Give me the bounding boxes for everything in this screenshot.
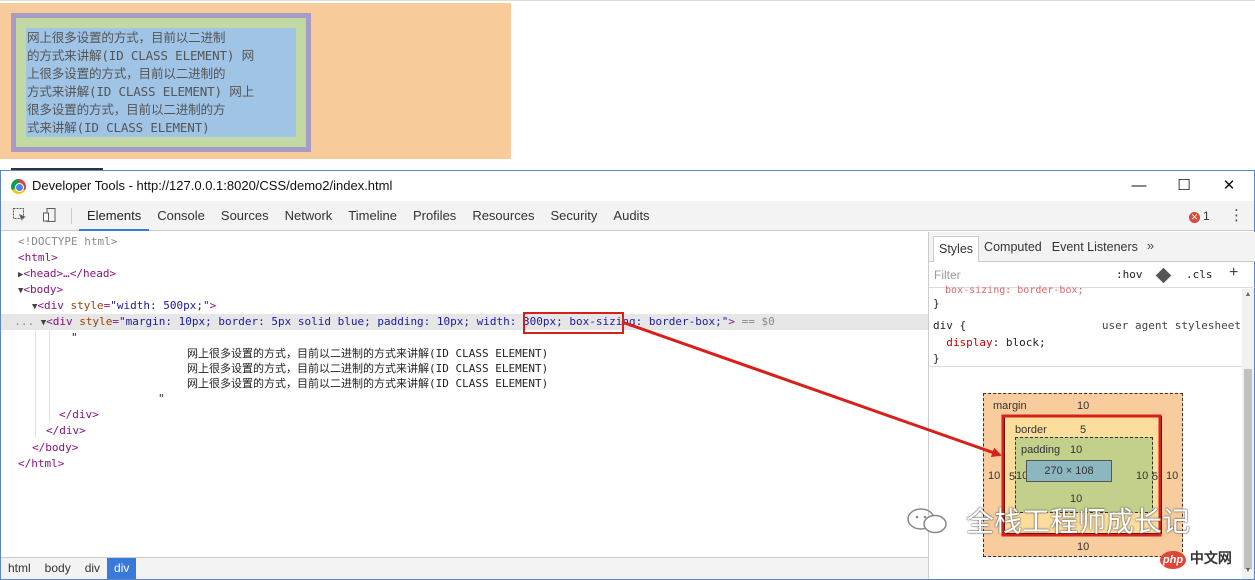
inspected-div-padding: 网上很多设置的方式，目前以二进制 的方式来讲解(ID CLASS ELEMENT… — [16, 18, 306, 147]
dom-body-close[interactable]: </body> — [32, 440, 78, 456]
panel-tabs: Elements Console Sources Network Timelin… — [79, 201, 658, 231]
border-top-value[interactable]: 5 — [1080, 424, 1086, 436]
breadcrumb-div[interactable]: div — [78, 558, 107, 579]
padding-top-value[interactable]: 10 — [1070, 444, 1082, 456]
scroll-up-icon[interactable]: ▲ — [1244, 291, 1252, 298]
padding-label: padding — [1021, 444, 1061, 456]
dom-html-close[interactable]: </html> — [18, 456, 64, 472]
sidebar-tabs: Styles Computed Event Listeners » — [929, 232, 1255, 262]
more-menu-icon[interactable]: ⋮ — [1229, 207, 1244, 225]
title-bar: Developer Tools - http://127.0.0.1:8020/… — [1, 171, 1254, 201]
tab-computed[interactable]: Computed — [979, 232, 1047, 261]
inspected-div-border: 网上很多设置的方式，目前以二进制 的方式来讲解(ID CLASS ELEMENT… — [11, 13, 311, 152]
dom-div-selected[interactable]: ... ▼<div style="margin: 10px; border: 5… — [1, 314, 928, 330]
devtools-toolbar: Elements Console Sources Network Timelin… — [1, 201, 1254, 231]
dom-div-outer[interactable]: ▼<div style="width: 500px;"> — [32, 298, 216, 314]
padding-right-value[interactable]: 10 — [1136, 470, 1148, 482]
ua-stylesheet-label: user agent stylesheet — [1101, 319, 1241, 332]
rule-close: } — [933, 297, 940, 310]
breadcrumb-html[interactable]: html — [1, 558, 38, 579]
demo-text-line: 很多设置的方式，目前以二进制的方 — [27, 102, 226, 117]
rendered-page: 网上很多设置的方式，目前以二进制 的方式来讲解(ID CLASS ELEMENT… — [0, 0, 1255, 172]
section-divider — [929, 366, 1243, 367]
rule-close: } — [933, 352, 940, 365]
hover-state-toggle[interactable]: :hov — [1116, 268, 1143, 281]
new-rule-icon[interactable]: + — [1229, 264, 1238, 282]
maximize-button[interactable]: ☐ — [1162, 174, 1206, 198]
breadcrumb-body[interactable]: body — [38, 558, 78, 579]
dom-div-close[interactable]: </div> — [59, 407, 99, 423]
watermark-text: 全栈工程师成长记 — [966, 505, 1191, 538]
demo-text-line: 网上很多设置的方式，目前以二进制 — [27, 30, 226, 45]
tab-console[interactable]: Console — [149, 201, 213, 231]
php-cn-watermark: php 中文网 — [1160, 548, 1254, 572]
dom-text-line[interactable]: 网上很多设置的方式，目前以二进制的方式来讲解(ID CLASS ELEMENT) — [187, 376, 548, 392]
demo-text-line: 的方式来讲解(ID CLASS ELEMENT) 网 — [27, 48, 255, 63]
sidebar-scrollbar[interactable]: ▲ ▼ — [1242, 289, 1254, 579]
minimize-button[interactable]: — — [1117, 174, 1161, 198]
box-model-content-size[interactable]: 270 × 108 — [1026, 460, 1112, 482]
margin-top-value[interactable]: 10 — [1077, 400, 1089, 412]
device-mode-icon[interactable] — [41, 207, 59, 225]
dom-text-quote-open: " — [71, 331, 78, 344]
class-toggle[interactable]: .cls — [1186, 268, 1213, 281]
demo-text-line: 上很多设置的方式，目前以二进制的 — [27, 66, 226, 81]
close-button[interactable]: ✕ — [1207, 174, 1251, 198]
dom-body[interactable]: ▼<body> — [18, 282, 63, 298]
margin-right-value[interactable]: 10 — [1166, 470, 1178, 482]
window-title: Developer Tools - http://127.0.0.1:8020/… — [32, 178, 393, 193]
error-counter[interactable]: ✕ 1 — [1189, 209, 1210, 223]
filter-input[interactable]: Filter — [934, 268, 961, 282]
tab-timeline[interactable]: Timeline — [340, 201, 405, 231]
tab-security[interactable]: Security — [542, 201, 605, 231]
dom-div-close[interactable]: </div> — [46, 423, 86, 439]
indent-guide — [35, 328, 36, 438]
tab-network[interactable]: Network — [277, 201, 341, 231]
tab-styles[interactable]: Styles — [933, 236, 980, 262]
border-label: border — [1015, 424, 1047, 436]
tab-elements[interactable]: Elements — [79, 201, 150, 231]
php-logo: php — [1160, 551, 1186, 569]
wechat-icon — [906, 506, 950, 536]
tab-resources[interactable]: Resources — [464, 201, 542, 231]
breadcrumb: html body div div — [1, 557, 928, 579]
dom-html[interactable]: <html> — [18, 250, 58, 266]
scroll-thumb[interactable] — [1244, 369, 1252, 569]
tab-profiles[interactable]: Profiles — [405, 201, 464, 231]
margin-left-value[interactable]: 10 — [988, 470, 1000, 482]
chrome-icon — [11, 179, 26, 194]
dom-text-line[interactable]: 网上很多设置的方式，目前以二进制的方式来讲解(ID CLASS ELEMENT) — [187, 361, 548, 377]
ua-declaration[interactable]: display: block; — [933, 335, 1045, 351]
toolbar-divider — [71, 208, 72, 224]
clipped-rule-line: box-sizing: border-box; — [933, 285, 1084, 296]
margin-bottom-value[interactable]: 10 — [1077, 541, 1089, 553]
margin-label: margin — [993, 400, 1027, 412]
dom-text-quote-close: " — [158, 392, 165, 405]
tab-sources[interactable]: Sources — [213, 201, 277, 231]
elements-tree: <!DOCTYPE html> <html> ▶<head>…</head> ▼… — [1, 232, 928, 558]
error-count: 1 — [1203, 209, 1210, 223]
dom-head[interactable]: ▶<head>…</head> — [18, 266, 116, 282]
tab-event-listeners[interactable]: Event Listeners — [1047, 232, 1143, 261]
inspect-element-icon[interactable] — [11, 207, 29, 225]
breadcrumb-div-selected[interactable]: div — [107, 558, 137, 579]
width-highlight-box — [523, 312, 624, 334]
outer-div-500px: 网上很多设置的方式，目前以二进制 的方式来讲解(ID CLASS ELEMENT… — [0, 3, 511, 159]
more-tabs-icon[interactable]: » — [1143, 232, 1154, 261]
dom-doctype[interactable]: <!DOCTYPE html> — [18, 234, 117, 250]
demo-text-line: 式来讲解(ID CLASS ELEMENT) — [27, 120, 210, 135]
ua-selector[interactable]: div { — [933, 318, 966, 334]
php-site-name: 中文网 — [1189, 550, 1232, 566]
inspected-div-content: 网上很多设置的方式，目前以二进制 的方式来讲解(ID CLASS ELEMENT… — [26, 28, 296, 137]
color-format-icon[interactable] — [1155, 267, 1172, 284]
dom-text-line[interactable]: 网上很多设置的方式，目前以二进制的方式来讲解(ID CLASS ELEMENT) — [187, 346, 548, 362]
demo-text-line: 方式来讲解(ID CLASS ELEMENT) 网上 — [27, 84, 255, 99]
css-rules: box-sizing: border-box; } div { user age… — [929, 285, 1243, 365]
indent-guide — [49, 328, 50, 422]
error-icon: ✕ — [1189, 212, 1200, 223]
tab-audits[interactable]: Audits — [605, 201, 657, 231]
